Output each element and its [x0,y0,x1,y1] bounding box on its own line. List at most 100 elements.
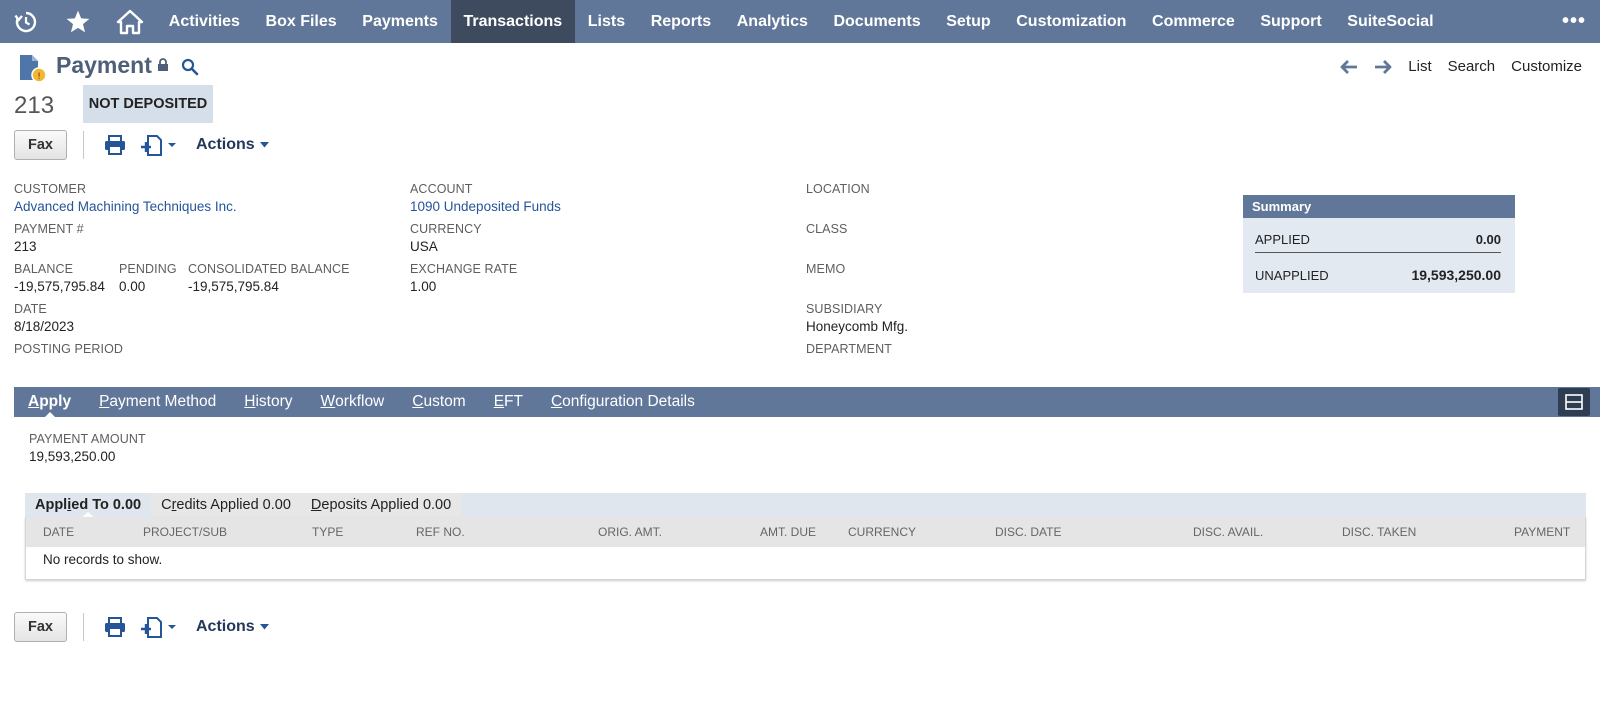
date-value: 8/18/2023 [14,319,75,334]
new-document-dropdown-icon[interactable] [140,133,178,157]
print-icon[interactable] [104,135,126,155]
column-header-type[interactable]: TYPE [312,517,343,547]
toolbar-divider [83,131,84,159]
pending-label: PENDING [119,262,177,276]
recent-records-icon[interactable] [0,0,52,43]
column-header-disc-taken[interactable]: DISC. TAKEN [1342,517,1416,547]
payment-amount-value: 19,593,250.00 [29,449,116,464]
unapplied-value: 19,593,250.00 [1411,267,1501,283]
currency-label: CURRENCY [410,222,482,236]
payment-amount-label: PAYMENT AMOUNT [29,432,146,446]
payment-amount-field: PAYMENT AMOUNT 19,593,250.00 [29,432,146,465]
location-field: LOCATION [806,182,870,197]
new-document-dropdown-icon-bottom[interactable] [140,615,178,639]
tab-workflow[interactable]: Workflow [307,387,399,417]
previous-record-arrow-icon[interactable] [1332,59,1366,74]
tab-custom[interactable]: Custom [398,387,479,417]
customer-link[interactable]: Advanced Machining Techniques Inc. [14,198,237,215]
apply-table: DATE PROJECT/SUB TYPE REF NO. ORIG. AMT.… [25,517,1586,580]
balance-field: BALANCE -19,575,795.84 [14,262,105,295]
subsidiary-value: Honeycomb Mfg. [806,319,909,334]
list-link[interactable]: List [1400,58,1439,75]
column-header-amt-due[interactable]: AMT. DUE [760,517,816,547]
layout-toggle-icon[interactable] [1558,388,1590,416]
applied-label: APPLIED [1255,232,1310,247]
payment-record-icon: ! [16,52,48,84]
nav-item-documents[interactable]: Documents [821,0,934,43]
consolidated-balance-value: -19,575,795.84 [188,279,279,294]
record-navigation: List Search Customize [1332,58,1590,75]
home-icon[interactable] [104,0,156,43]
chevron-down-icon [259,624,269,630]
fax-button[interactable]: Fax [14,130,67,160]
nav-item-commerce[interactable]: Commerce [1139,0,1247,43]
column-header-project-sub[interactable]: PROJECT/SUB [143,517,227,547]
favorites-star-icon[interactable] [52,0,104,43]
nav-item-support[interactable]: Support [1248,0,1335,43]
currency-value: USA [410,239,438,254]
summary-title: Summary [1243,195,1515,218]
tab-apply[interactable]: Apply [14,387,85,418]
balance-label: BALANCE [14,262,74,276]
column-header-disc-date[interactable]: DISC. DATE [995,517,1061,547]
nav-item-setup[interactable]: Setup [933,0,1003,43]
tab-payment-method[interactable]: Payment Method [85,387,230,417]
record-number: 213 [14,92,55,119]
search-icon[interactable] [181,58,199,81]
nav-item-lists[interactable]: Lists [575,0,638,43]
class-field: CLASS [806,222,848,237]
tab-credits-applied[interactable]: Cr edits Applied 0.00 [151,493,301,517]
tab-history[interactable]: History [230,387,306,417]
subsidiary-label: SUBSIDIARY [806,302,883,316]
search-link[interactable]: Search [1440,58,1504,75]
pending-value: 0.00 [119,279,146,294]
next-record-arrow-icon[interactable] [1366,59,1400,74]
tab-configuration-details[interactable]: Configuration Details [537,387,709,417]
fax-button-bottom[interactable]: Fax [14,612,67,642]
more-menu-icon[interactable]: ••• [1562,0,1586,43]
column-header-payment[interactable]: PAYMENT [1514,517,1570,547]
consolidated-balance-field: CONSOLIDATED BALANCE -19,575,795.84 [188,262,350,295]
consolidated-balance-label: CONSOLIDATED BALANCE [188,262,350,276]
column-header-currency[interactable]: CURRENCY [848,517,916,547]
top-button-bar: Fax Actions [14,130,269,160]
date-label: DATE [14,302,47,316]
customer-field: CUSTOMER Advanced Machining Techniques I… [14,182,237,215]
actions-menu-bottom[interactable]: Actions [196,618,269,636]
exchange-rate-value: 1.00 [410,279,437,294]
nav-item-transactions[interactable]: Transactions [450,0,575,43]
apply-subtab-bar: Appl i ed To 0.00 Cr edits Applied 0.00 Dep… [25,493,1586,518]
lock-icon [157,58,169,77]
class-label: CLASS [806,222,848,236]
nav-item-activities[interactable]: Activities [156,0,253,43]
customer-label: CUSTOMER [14,182,87,196]
customize-link[interactable]: Customize [1503,58,1590,75]
payment-number-field: PAYMENT # 213 [14,222,84,255]
print-icon-bottom[interactable] [104,617,126,637]
nav-item-box-files[interactable]: Box Files [253,0,350,43]
tab-eft[interactable]: E FT [480,387,537,417]
nav-item-customization[interactable]: Customization [1003,0,1139,43]
account-label: ACCOUNT [410,182,473,196]
summary-applied-row: APPLIED 0.00 [1255,227,1501,253]
nav-item-payments[interactable]: Payments [349,0,450,43]
nav-item-suitesocial[interactable]: SuiteSocial [1334,0,1446,43]
tab-applied-to[interactable]: Appl i ed To 0.00 [25,493,152,518]
svg-text:!: ! [37,72,41,82]
summary-box: Summary APPLIED 0.00 UNAPPLIED 19,593,25… [1243,195,1515,293]
column-header-date[interactable]: DATE [43,517,74,547]
exchange-rate-field: EXCHANGE RATE 1.00 [410,262,517,295]
tab-deposits-applied[interactable]: Deposits Applied 0.00 [300,493,462,517]
actions-menu[interactable]: Actions [196,136,269,154]
account-link[interactable]: 1090 Undeposited Funds [410,198,561,215]
column-header-disc-avail[interactable]: DISC. AVAIL. [1193,517,1263,547]
chevron-down-icon [259,142,269,148]
column-header-ref-no[interactable]: REF NO. [416,517,465,547]
column-header-orig-amt[interactable]: ORIG. AMT. [598,517,662,547]
table-header: DATE PROJECT/SUB TYPE REF NO. ORIG. AMT.… [26,517,1585,547]
nav-menu: Activities Box Files Payments Transactions L… [156,0,1446,43]
nav-item-reports[interactable]: Reports [638,0,724,43]
department-label: DEPARTMENT [806,342,892,356]
exchange-rate-label: EXCHANGE RATE [410,262,518,276]
nav-item-analytics[interactable]: Analytics [724,0,821,43]
